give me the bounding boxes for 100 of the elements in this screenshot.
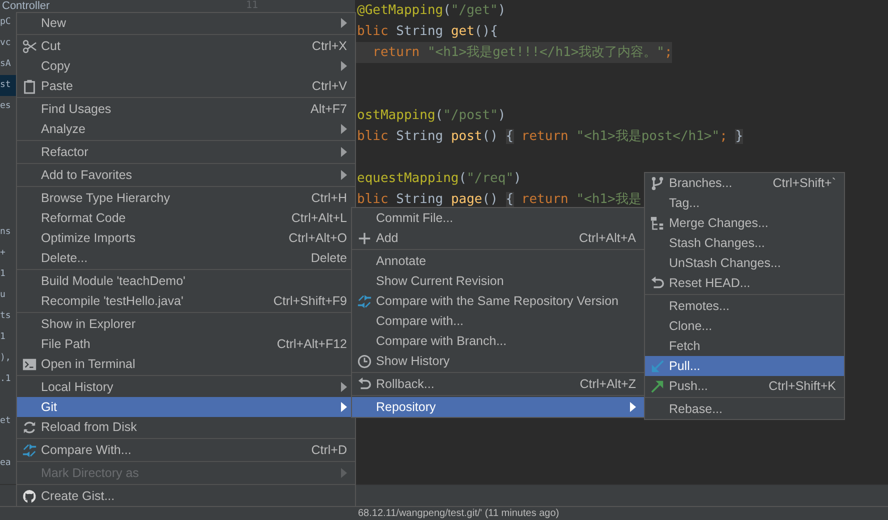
menu-item[interactable]: Tag...	[645, 193, 844, 213]
code-line: blic String post() { return "<h1>我是post</h1>"; }	[356, 128, 744, 146]
menu-item[interactable]: Compare with...	[352, 311, 644, 331]
shortcut-text: Ctrl+Shift+`	[772, 176, 836, 190]
menu-item[interactable]: Local History	[17, 377, 355, 397]
menu-item[interactable]: Push... Ctrl+Shift+K	[645, 376, 844, 396]
menu-item[interactable]: Paste Ctrl+V	[17, 76, 355, 96]
code-line: @GetMapping("/get")	[356, 2, 506, 20]
menu-item[interactable]: Repository	[352, 397, 644, 417]
tree-row-fragment: u	[0, 289, 6, 302]
tree-row-fragment: es	[0, 100, 12, 113]
menu-item[interactable]: Compare with the Same Repository Version	[352, 291, 644, 311]
menu-item[interactable]: Cut Ctrl+X	[17, 36, 355, 56]
menu-item[interactable]: Compare with Branch...	[352, 331, 644, 351]
tree-row-fragment: ),	[0, 352, 12, 365]
menu-item[interactable]: Pull...	[645, 356, 844, 376]
menu-item[interactable]: Rollback... Ctrl+Alt+Z	[352, 374, 644, 394]
menu-item[interactable]: Clone...	[645, 316, 844, 336]
shortcut-text: Ctrl+Alt+F12	[276, 337, 347, 351]
shortcut-text: Alt+F7	[310, 102, 347, 116]
submenu-arrow-icon	[630, 402, 636, 412]
menu-item[interactable]: Show Current Revision	[352, 271, 644, 291]
cat-silhouette-icon	[22, 488, 36, 504]
scissors-icon	[22, 38, 36, 54]
reload-icon	[22, 420, 36, 434]
tree-row-fragment: ts	[0, 310, 12, 323]
tree-row-fragment: 1	[0, 331, 6, 344]
menu-item[interactable]: New	[17, 13, 355, 33]
shortcut-text: Ctrl+Shift+K	[768, 379, 836, 393]
menu-item[interactable]: Analyze	[17, 119, 355, 139]
menu-item[interactable]: Find Usages Alt+F7	[17, 99, 355, 119]
menu-item[interactable]: Add Ctrl+Alt+A	[352, 228, 644, 248]
tree-row-fragment: et	[0, 415, 12, 428]
merge-icon	[650, 216, 664, 230]
menu-item[interactable]: Show History	[352, 351, 644, 371]
menu-item[interactable]: Build Module 'teachDemo'	[17, 271, 355, 291]
status-text: 68.12.11/wangpeng/test.git/' (11 minutes ago)	[358, 507, 560, 520]
tree-node-text: Controller	[1, 0, 50, 12]
menu-item[interactable]: Reset HEAD...	[645, 273, 844, 293]
code-line: blic String page() { return "<h1>我是	[356, 191, 642, 209]
menu-item[interactable]: Open in Terminal	[17, 354, 355, 374]
menu-item[interactable]: Branches... Ctrl+Shift+`	[645, 173, 844, 193]
submenu-arrow-icon	[341, 124, 347, 134]
shortcut-text: Ctrl+Alt+Z	[580, 377, 636, 391]
menu-item[interactable]: Compare With... Ctrl+D	[17, 440, 355, 460]
compare-arrows-icon	[22, 442, 36, 458]
submenu-arrow-icon	[341, 147, 347, 157]
tree-row-fragment: sA	[0, 58, 12, 71]
menu-item[interactable]: Commit File...	[352, 208, 644, 228]
shortcut-text: Ctrl+Shift+F9	[273, 294, 347, 308]
submenu-arrow-icon	[341, 170, 347, 180]
shortcut-text: Ctrl+Alt+O	[288, 231, 347, 245]
tree-row-fragment: .1	[0, 373, 12, 386]
menu-item[interactable]: Refactor	[17, 142, 355, 162]
menu-item[interactable]: Add to Favorites	[17, 165, 355, 185]
menu-item[interactable]: Rebase...	[645, 399, 844, 419]
shortcut-text: Ctrl+Alt+A	[579, 231, 636, 245]
shortcut-text: Delete	[310, 251, 347, 265]
menu-item[interactable]: Reload from Disk	[17, 417, 355, 437]
menu-item[interactable]: Copy	[17, 56, 355, 76]
tree-row-fragment: st	[0, 75, 16, 96]
shortcut-text: Ctrl+H	[311, 191, 347, 205]
shortcut-text: Ctrl+Alt+L	[291, 211, 347, 225]
menu-item[interactable]: Optimize Imports Ctrl+Alt+O	[17, 228, 355, 248]
menu-item[interactable]: Delete... Delete	[17, 248, 355, 268]
submenu-arrow-icon	[341, 61, 347, 71]
menu-item[interactable]: Show in Explorer	[17, 314, 355, 334]
menu-item[interactable]: Recompile 'testHello.java' Ctrl+Shift+F9	[17, 291, 355, 311]
tree-row-fragment: vc	[0, 37, 12, 50]
up-right-arrow-icon	[650, 378, 664, 394]
code-line: blic String get(){	[356, 23, 498, 41]
menu-item[interactable]: Remotes...	[645, 296, 844, 316]
clipboard-icon	[22, 78, 36, 94]
plus-icon	[356, 230, 372, 246]
branch-icon	[650, 176, 664, 190]
menu-item[interactable]: Reformat Code Ctrl+Alt+L	[17, 208, 355, 228]
submenu-arrow-icon	[341, 18, 347, 28]
tree-row-fragment: ea	[0, 457, 12, 470]
clock-icon	[356, 354, 372, 368]
menu-item[interactable]: File Path Ctrl+Alt+F12	[17, 334, 355, 354]
terminal-icon	[22, 356, 36, 372]
shortcut-text: Ctrl+V	[312, 79, 347, 93]
undo-icon	[356, 376, 372, 392]
code-line: equestMapping("/req")	[356, 170, 522, 188]
tree-row-fragment: 1	[0, 268, 6, 281]
compare-arrows-icon	[356, 294, 372, 308]
tree-row-fragment: pC	[0, 16, 12, 29]
shortcut-text: Ctrl+D	[311, 443, 347, 457]
tree-row-fragment: ns	[0, 226, 12, 239]
submenu-arrow-icon	[341, 468, 347, 478]
menu-item[interactable]: Stash Changes...	[645, 233, 844, 253]
menu-item[interactable]: Merge Changes...	[645, 213, 844, 233]
menu-item[interactable]: Browse Type Hierarchy Ctrl+H	[17, 188, 355, 208]
tree-row-fragment: +	[0, 247, 6, 260]
menu-item[interactable]: Annotate	[352, 251, 644, 271]
menu-item[interactable]: Fetch	[645, 336, 844, 356]
shortcut-text: Ctrl+X	[312, 39, 347, 53]
code-line: ostMapping("/post")	[356, 107, 506, 125]
menu-item[interactable]: UnStash Changes...	[645, 253, 844, 273]
undo-icon	[650, 276, 664, 290]
